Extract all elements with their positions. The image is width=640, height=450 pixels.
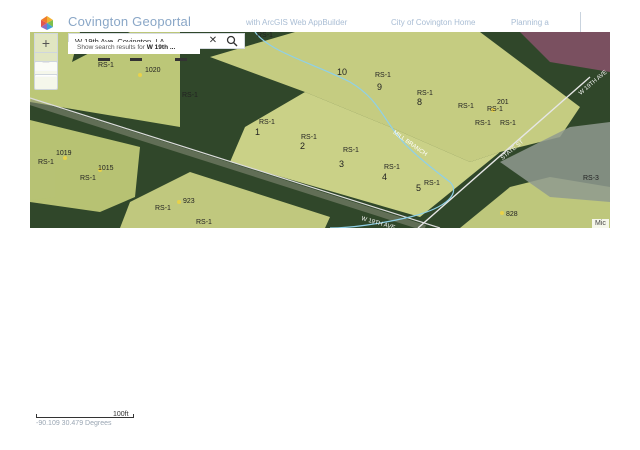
address-number: 1020 xyxy=(145,67,161,74)
zoning-label: RS-1 xyxy=(384,164,400,171)
lot-number: 3 xyxy=(339,159,345,169)
zoning-label: RS-1 xyxy=(259,119,275,126)
suggestion-text: Show search results for W 19th ... xyxy=(77,44,176,51)
zoom-in-button[interactable]: + xyxy=(35,34,57,52)
address-point xyxy=(177,200,181,204)
lot-number: 2 xyxy=(300,141,306,151)
zoning-label: RS-1 xyxy=(38,159,54,166)
header-divider xyxy=(580,12,581,32)
zoning-label: RS-1 xyxy=(196,219,212,226)
search-suggestion[interactable]: Show search results for W 19th ... xyxy=(68,42,200,54)
header-link-planning[interactable]: Planning a xyxy=(511,18,549,27)
address-number: 923 xyxy=(183,198,195,205)
lot-number: 1 xyxy=(255,127,261,137)
zoning-label: RS-1 xyxy=(301,134,317,141)
scale-bar-label: 100ft xyxy=(113,411,129,418)
zoning-label: RS-1 xyxy=(500,120,516,127)
app-header: Covington Geoportal with ArcGIS Web AppB… xyxy=(0,0,640,32)
geoportal-logo-icon[interactable] xyxy=(38,14,56,32)
header-link-city-home[interactable]: City of Covington Home xyxy=(391,18,475,27)
lot-number: 5 xyxy=(416,183,422,193)
map-attribution[interactable]: Mic xyxy=(592,219,609,228)
lot-number: 10 xyxy=(337,67,348,77)
app-title: Covington Geoportal xyxy=(68,14,192,29)
lot-number: 8 xyxy=(417,97,423,107)
zoning-label: RS-1 xyxy=(98,62,114,69)
my-location-button[interactable] xyxy=(34,74,58,90)
built-with-label: with ArcGIS Web AppBuilder xyxy=(246,18,348,27)
zoning-label: RS-1 xyxy=(343,147,359,154)
zoning-label: RS-1 xyxy=(424,180,440,187)
zoning-label: RS-1 xyxy=(80,175,96,182)
zoning-label: RS-1 xyxy=(155,205,171,212)
address-number: 1019 xyxy=(56,150,72,157)
zoning-label: RS-1 xyxy=(182,92,198,99)
zoning-label: RS-1 xyxy=(487,106,503,113)
map-view[interactable]: RS-1 RS-1 RS-1 RS-1 RS-1 RS-1 RS-1 RS-1 … xyxy=(30,32,610,228)
close-icon[interactable]: ✕ xyxy=(207,34,219,48)
address-number: 828 xyxy=(506,211,518,218)
zoning-label: RS-1 xyxy=(257,32,273,39)
lot-number: 9 xyxy=(377,82,383,92)
zoning-label: RS-1 xyxy=(475,120,491,127)
address-number: 1015 xyxy=(98,165,114,172)
address-number: 201 xyxy=(497,99,509,106)
zoning-label: RS-1 xyxy=(417,90,433,97)
search-icon[interactable] xyxy=(225,35,239,47)
coordinate-readout: -90.109 30.479 Degrees xyxy=(36,420,112,427)
zoning-label: RS-1 xyxy=(458,103,474,110)
lot-number: 4 xyxy=(382,172,388,182)
address-point xyxy=(500,211,504,215)
address-point xyxy=(138,73,142,77)
zoning-label: RS-1 xyxy=(375,72,391,79)
zoning-label: RS-3 xyxy=(583,175,599,182)
map-imagery xyxy=(30,32,610,228)
